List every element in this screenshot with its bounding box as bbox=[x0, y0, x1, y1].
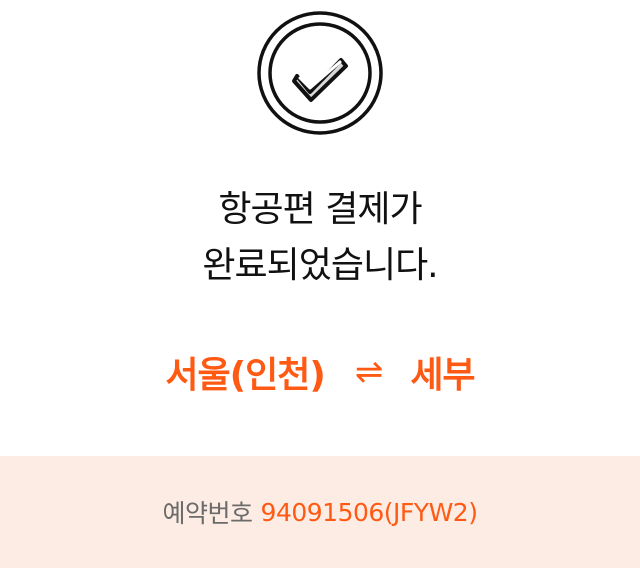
route-destination: 세부 bbox=[410, 355, 475, 396]
payment-complete-message: 항공편 결제가 완료되었습니다. bbox=[0, 182, 640, 294]
message-line-2: 완료되었습니다. bbox=[202, 245, 438, 286]
reservation-number: 94091506(JFYW2) bbox=[260, 497, 478, 527]
flight-route: 서울(인천) ⇌ 세부 bbox=[0, 340, 640, 404]
reservation-banner: 예약번호 94091506(JFYW2) bbox=[0, 456, 640, 568]
route-origin: 서울(인천) bbox=[165, 355, 325, 396]
round-trip-arrows-icon: ⇌ bbox=[354, 352, 383, 392]
check-circle-icon bbox=[254, 8, 386, 138]
message-line-1: 항공편 결제가 bbox=[218, 189, 422, 230]
reservation-label: 예약번호 bbox=[162, 499, 254, 528]
